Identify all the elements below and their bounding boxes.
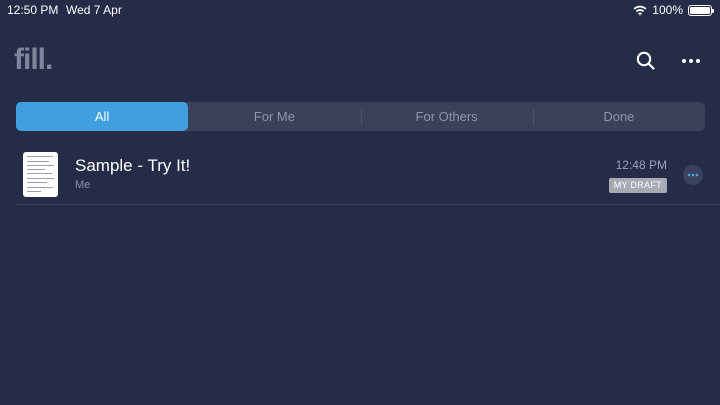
status-badge: MY DRAFT — [608, 178, 667, 193]
document-title: Sample - Try It! — [75, 156, 191, 175]
more-options-button[interactable] — [678, 49, 704, 73]
more-icon — [682, 59, 700, 63]
document-row[interactable]: Sample - Try It! Me 12:48 PM MY DRAFT — [0, 144, 720, 205]
document-owner: Me — [75, 179, 91, 191]
document-thumbnail — [23, 152, 58, 197]
document-time: 12:48 PM — [615, 158, 667, 172]
battery-level — [690, 6, 710, 14]
battery-percentage: 100% — [652, 3, 683, 17]
tab-all[interactable]: All — [16, 102, 189, 131]
tab-done[interactable]: Done — [532, 102, 705, 131]
filter-tabs: All For Me For Others Done — [16, 102, 705, 131]
status-date: Wed 7 Apr — [66, 3, 122, 17]
search-button[interactable] — [634, 49, 658, 73]
status-indicators: 100% — [633, 2, 714, 18]
tab-for-me[interactable]: For Me — [188, 102, 360, 131]
status-bar: 12:50 PM Wed 7 Apr 100% — [0, 0, 720, 20]
battery-icon — [688, 4, 714, 16]
status-time: 12:50 PM — [7, 3, 59, 17]
search-icon — [636, 51, 655, 70]
document-more-button[interactable] — [683, 165, 703, 185]
app-logo: fill. — [14, 43, 53, 76]
wifi-icon — [633, 5, 647, 16]
more-icon — [687, 173, 699, 177]
tab-for-others[interactable]: For Others — [360, 102, 533, 131]
